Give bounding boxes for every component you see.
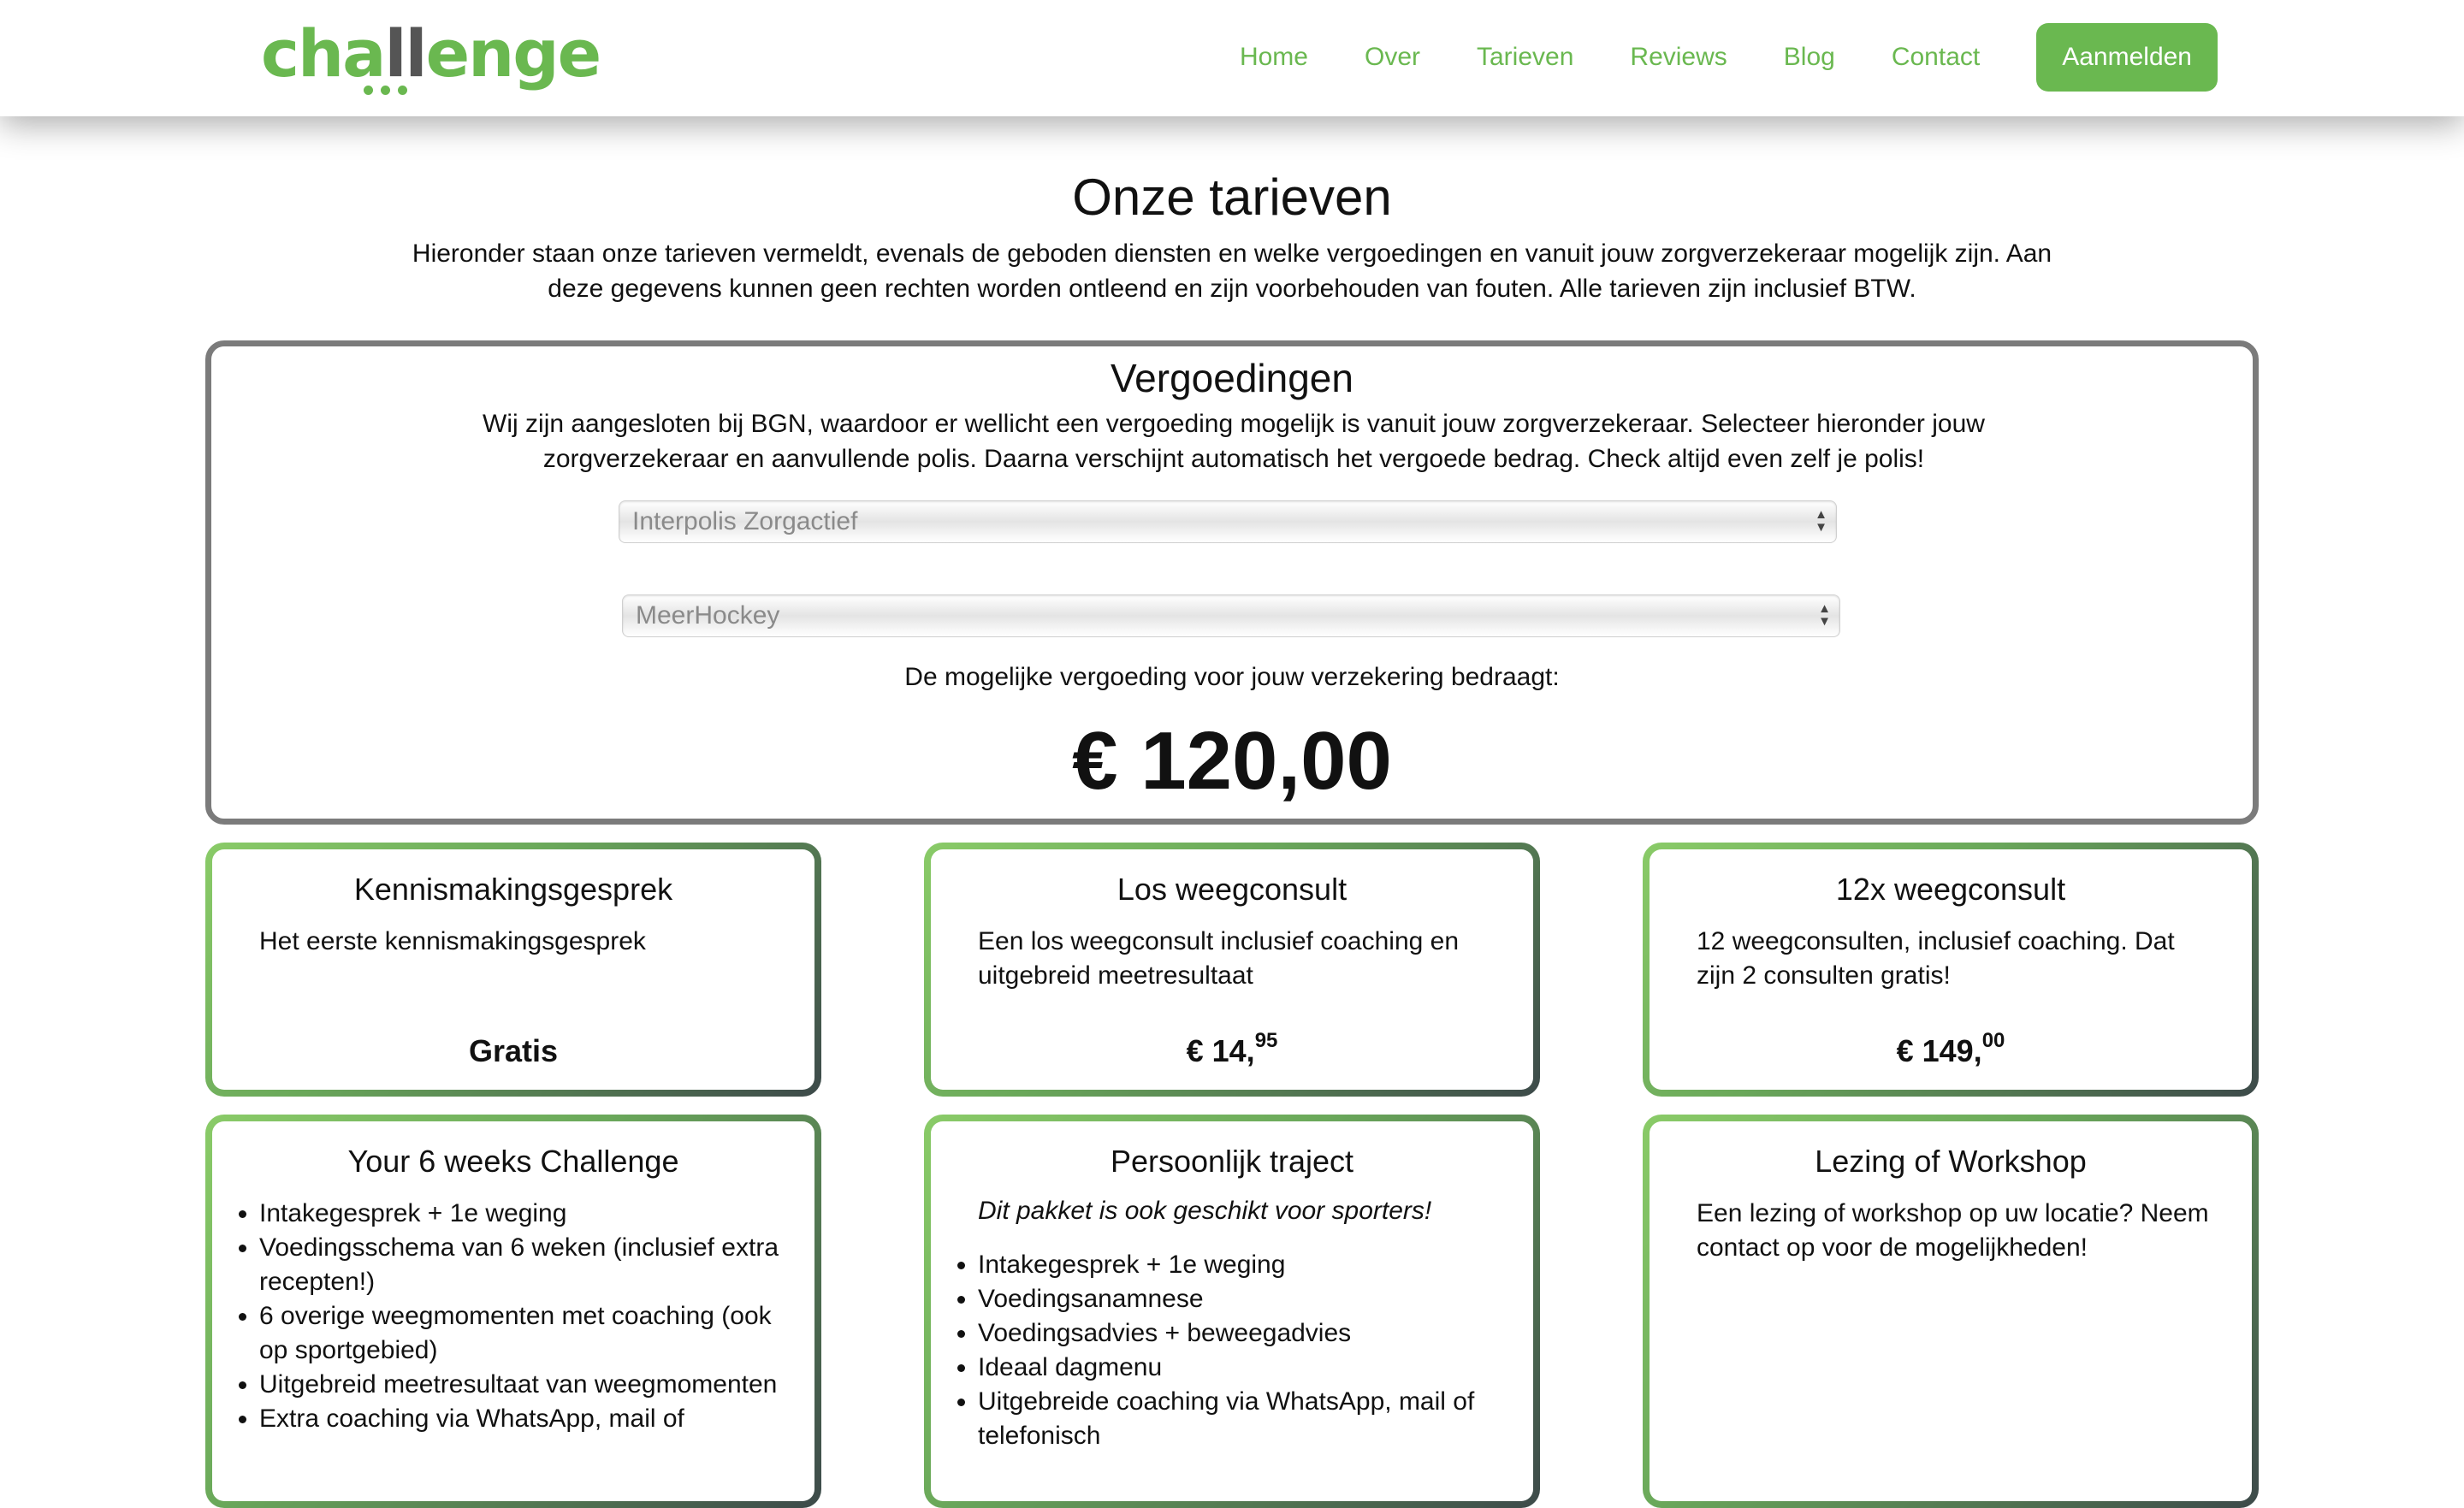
- nav-reviews[interactable]: Reviews: [1630, 43, 1727, 72]
- logo-dots: [364, 84, 415, 99]
- list-item: Ideaal dagmenu: [978, 1351, 1525, 1385]
- card-kennismakingsgesprek: Kennismakingsgesprek Het eerste kennisma…: [205, 843, 821, 1097]
- card-title: Your 6 weeks Challenge: [347, 1144, 679, 1179]
- policy-select[interactable]: MeerHockey ▲ ▼: [622, 594, 1840, 637]
- card-title: 12x weegconsult: [1835, 872, 2066, 907]
- list-item: Voedingsschema van 6 weken (inclusief ex…: [259, 1231, 807, 1299]
- card-description: Een los weegconsult inclusief coaching e…: [978, 927, 1460, 990]
- list-item: Extra coaching via WhatsApp, mail of: [259, 1402, 807, 1436]
- card-title: Lezing of Workshop: [1815, 1144, 2087, 1179]
- challenge-feature-list: Intakegesprek + 1e weging Voedingsschema…: [232, 1197, 807, 1436]
- card-subtitle: Dit pakket is ook geschikt voor sporters…: [978, 1197, 1432, 1225]
- nav-tarieven[interactable]: Tarieven: [1477, 43, 1573, 72]
- vergoedingen-panel: Vergoedingen Wij zijn aangesloten bij BG…: [205, 340, 2259, 825]
- card-persoonlijk-traject: Persoonlijk traject Dit pakket is ook ge…: [924, 1115, 1540, 1508]
- list-item: Intakegesprek + 1e weging: [259, 1197, 807, 1231]
- intro-text: Hieronder staan onze tarieven vermeldt, …: [412, 240, 2052, 303]
- list-item: Intakegesprek + 1e weging: [978, 1248, 1525, 1282]
- vergoedingen-text: Wij zijn aangesloten bij BGN, waardoor e…: [483, 410, 1985, 473]
- card-los-weegconsult: Los weegconsult Een los weegconsult incl…: [924, 843, 1540, 1097]
- card-lezing-workshop: Lezing of Workshop Een lezing of worksho…: [1643, 1115, 2259, 1508]
- card-title: Los weegconsult: [1116, 872, 1348, 907]
- policy-select-value: MeerHockey: [636, 601, 780, 630]
- amount-value: € 120,00: [1072, 715, 1392, 807]
- list-item: Uitgebreide coaching via WhatsApp, mail …: [978, 1385, 1525, 1453]
- card-12x-weegconsult: 12x weegconsult 12 weegconsulten, inclus…: [1643, 843, 2259, 1097]
- insurer-select-value: Interpolis Zorgactief: [632, 507, 858, 535]
- main-nav: Home Over Tarieven Reviews Blog Contact …: [1183, 22, 2218, 92]
- card-description: Een lezing of workshop op uw locatie? Ne…: [1697, 1199, 2209, 1262]
- nav-blog[interactable]: Blog: [1784, 43, 1835, 72]
- list-item: Voedingsadvies + beweegadvies: [978, 1316, 1525, 1351]
- card-title: Kennismakingsgesprek: [353, 872, 673, 907]
- price-cents: 95: [1254, 1029, 1278, 1052]
- list-item: Voedingsanamnese: [978, 1282, 1525, 1316]
- card-description: 12 weegconsulten, inclusief coaching. Da…: [1697, 927, 2175, 990]
- list-item: Uitgebreid meetresultaat van weegmomente…: [259, 1368, 807, 1402]
- price-cents: 00: [1981, 1029, 2005, 1052]
- logo[interactable]: challenge: [261, 15, 601, 95]
- vergoedingen-title: Vergoedingen: [1111, 356, 1353, 400]
- nav-contact[interactable]: Contact: [1892, 43, 1980, 72]
- aanmelden-button[interactable]: Aanmelden: [2036, 23, 2218, 92]
- select-arrows-icon: ▲ ▼: [1818, 601, 1831, 629]
- insurer-select[interactable]: Interpolis Zorgactief ▲ ▼: [619, 500, 1837, 543]
- card-title: Persoonlijk traject: [1110, 1144, 1354, 1179]
- nav-over[interactable]: Over: [1365, 43, 1420, 72]
- card-price: € 149,00: [1896, 1029, 2005, 1069]
- traject-feature-list: Intakegesprek + 1e weging Voedingsanamne…: [951, 1248, 1525, 1453]
- logo-wordmark: challenge: [261, 15, 601, 92]
- list-item: 6 overige weegmomenten met coaching (ook…: [259, 1299, 807, 1368]
- card-6-weeks-challenge: Your 6 weeks Challenge Intakegesprek + 1…: [205, 1115, 821, 1508]
- card-price: Gratis: [468, 1033, 559, 1068]
- nav-home[interactable]: Home: [1240, 43, 1308, 72]
- card-price: € 14,95: [1186, 1029, 1278, 1069]
- site-header: challenge Home Over Tarieven Reviews Blo…: [0, 0, 2464, 116]
- select-arrows-icon: ▲ ▼: [1815, 507, 1827, 535]
- card-description: Het eerste kennismakingsgesprek: [259, 927, 646, 955]
- page-title: Onze tarieven: [1072, 169, 1392, 226]
- amount-label: De mogelijke vergoeding voor jouw verzek…: [904, 663, 1560, 691]
